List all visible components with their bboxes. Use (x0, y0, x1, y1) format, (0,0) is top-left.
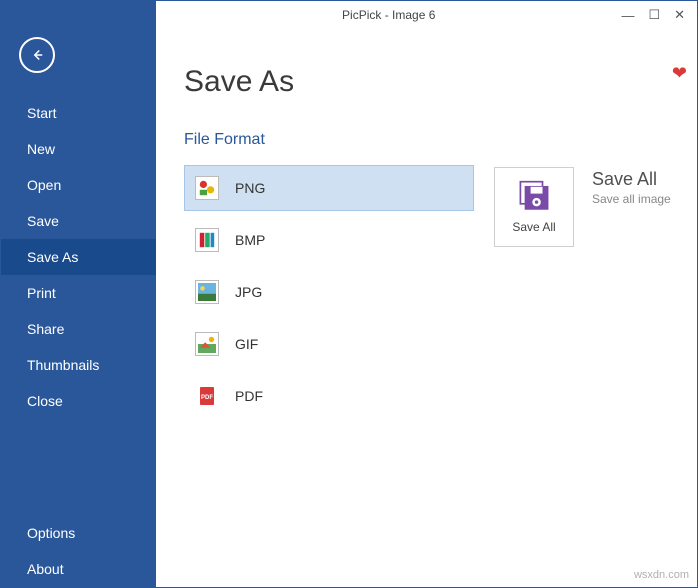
save-all-icon (517, 180, 551, 214)
content-area: ❤ Save As File Format PNG (156, 29, 697, 587)
sidebar-item-open[interactable]: Open (1, 167, 156, 203)
window-controls: — ☐ ✕ (621, 7, 697, 23)
file-format-list: PNG BMP JPG (184, 165, 494, 425)
sidebar-item-label: Start (27, 105, 57, 121)
sidebar-item-label: Thumbnails (27, 357, 99, 373)
save-all-button[interactable]: Save All (494, 167, 574, 247)
pdf-icon: PDF (195, 384, 219, 408)
sidebar-item-options[interactable]: Options (1, 515, 156, 551)
sidebar-item-label: Share (27, 321, 64, 337)
save-all-description: Save All Save all image (592, 167, 671, 587)
arrow-left-icon (28, 46, 46, 64)
file-format-item-bmp[interactable]: BMP (184, 217, 474, 263)
back-button[interactable] (19, 37, 55, 73)
sidebar: Start New Open Save Save As Print Share … (1, 29, 156, 587)
sidebar-item-label: Save As (27, 249, 78, 265)
png-icon (195, 176, 219, 200)
file-format-item-gif[interactable]: GIF (184, 321, 474, 367)
title-bar: PicPick - Image 6 — ☐ ✕ (1, 1, 697, 29)
sidebar-item-label: Print (27, 285, 56, 301)
gif-icon (195, 332, 219, 356)
save-all-button-label: Save All (512, 220, 555, 234)
title-bar-sidebar-fill (1, 1, 156, 29)
sidebar-spacer (1, 419, 156, 515)
bmp-icon (195, 228, 219, 252)
sidebar-item-label: Options (27, 525, 75, 541)
sidebar-item-label: About (27, 561, 64, 577)
file-format-label: JPG (235, 284, 262, 300)
close-window-button[interactable]: ✕ (674, 7, 685, 23)
file-format-item-png[interactable]: PNG (184, 165, 474, 211)
file-format-label: GIF (235, 336, 258, 352)
app-window: PicPick - Image 6 — ☐ ✕ Start New Open S… (0, 0, 698, 588)
save-all-subtitle: Save all image (592, 192, 671, 206)
sidebar-item-close[interactable]: Close (1, 383, 156, 419)
window-title: PicPick - Image 6 (156, 8, 621, 22)
jpg-icon (195, 280, 219, 304)
sidebar-item-label: Open (27, 177, 61, 193)
heart-icon[interactable]: ❤ (672, 63, 687, 84)
section-title: File Format (184, 131, 494, 149)
save-as-column: Save As File Format PNG BMP (184, 65, 494, 587)
sidebar-item-label: New (27, 141, 55, 157)
sidebar-item-share[interactable]: Share (1, 311, 156, 347)
file-format-label: PNG (235, 180, 265, 196)
watermark: wsxdn.com (634, 569, 689, 581)
file-format-label: PDF (235, 388, 263, 404)
page-title: Save As (184, 65, 494, 99)
sidebar-item-label: Close (27, 393, 63, 409)
file-format-item-pdf[interactable]: PDF PDF (184, 373, 474, 419)
sidebar-item-thumbnails[interactable]: Thumbnails (1, 347, 156, 383)
file-format-label: BMP (235, 232, 265, 248)
sidebar-item-about[interactable]: About (1, 551, 156, 587)
svg-text:PDF: PDF (201, 395, 213, 401)
sidebar-item-label: Save (27, 213, 59, 229)
sidebar-item-start[interactable]: Start (1, 95, 156, 131)
sidebar-item-print[interactable]: Print (1, 275, 156, 311)
save-all-title: Save All (592, 169, 671, 190)
window-body: Start New Open Save Save As Print Share … (1, 29, 697, 587)
minimize-button[interactable]: — (621, 8, 634, 23)
save-all-column: Save All Save All Save all image (494, 65, 697, 587)
maximize-button[interactable]: ☐ (648, 7, 660, 23)
sidebar-item-save-as[interactable]: Save As (1, 239, 156, 275)
sidebar-item-save[interactable]: Save (1, 203, 156, 239)
file-format-item-jpg[interactable]: JPG (184, 269, 474, 315)
sidebar-item-new[interactable]: New (1, 131, 156, 167)
